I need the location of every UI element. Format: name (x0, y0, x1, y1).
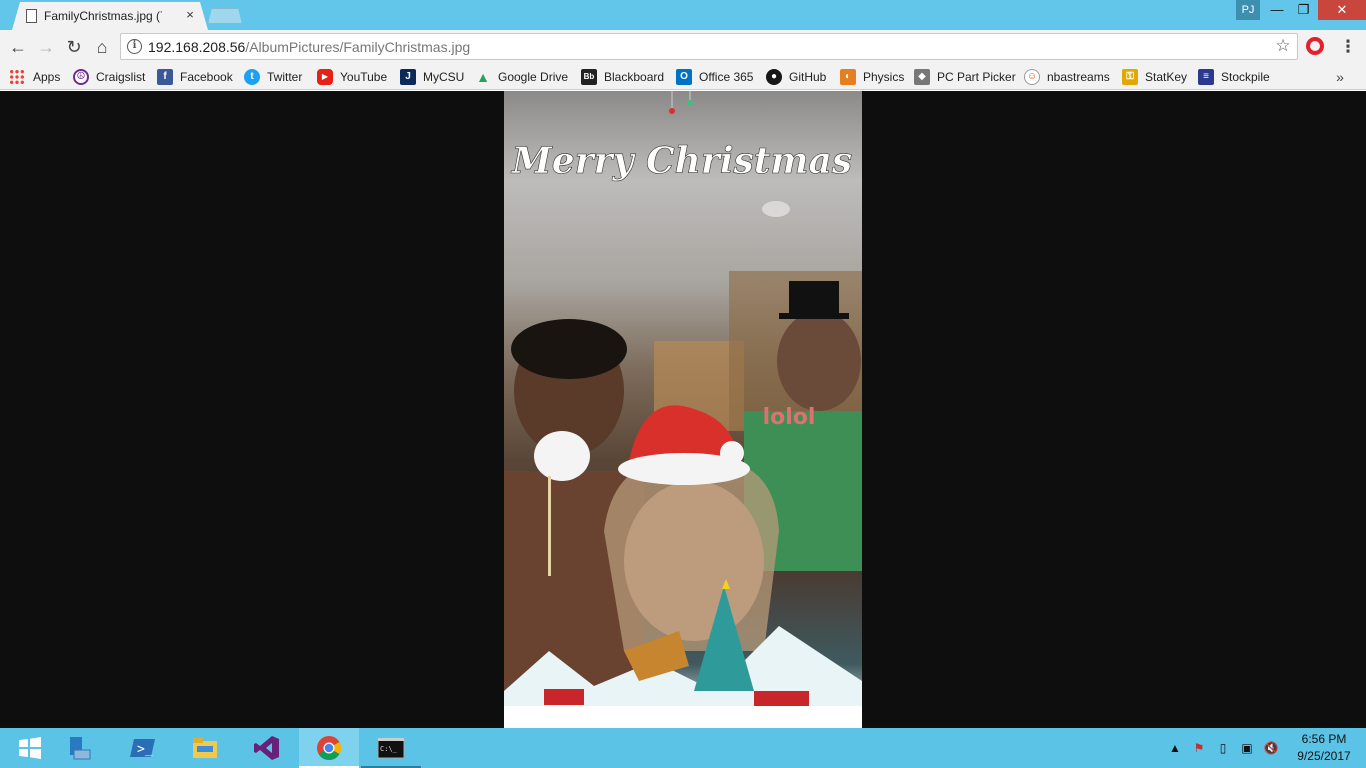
photo-illustration: lolol Merry Christmas (504, 91, 862, 728)
bookmarks-overflow-button[interactable]: » (1330, 67, 1350, 87)
visual-studio-icon (254, 736, 279, 760)
twitter-icon: t (244, 68, 260, 85)
bookmark-physics[interactable]: ◐ Physics (840, 67, 904, 87)
restore-button[interactable]: ❐ (1290, 0, 1317, 20)
prop-stick (548, 476, 551, 576)
title-bar: FamilyChristmas.jpg (750 × PJ — ❐ ✕ (0, 0, 1366, 30)
powershell-icon: >_ (130, 739, 155, 757)
merry-christmas-text: Merry Christmas (510, 140, 852, 182)
google-drive-icon: ▲ (476, 68, 490, 85)
person-left-hair (511, 319, 627, 379)
clock-time: 6:56 PM (1301, 732, 1347, 746)
command-prompt-icon: C:\_ (377, 737, 405, 759)
lock-icon: ⚿ (1122, 68, 1138, 85)
system-clock[interactable]: 6:56 PM 9/25/2017 (1288, 731, 1360, 765)
bookmark-facebook[interactable]: f Facebook (157, 67, 233, 87)
bookmark-apps[interactable]: Apps (9, 67, 60, 87)
page-viewport: lolol Merry Christmas (0, 91, 1366, 728)
home-icon[interactable]: ⌂ (90, 35, 114, 59)
svg-text:C:\_: C:\_ (380, 745, 398, 753)
taskbar-command-prompt[interactable]: C:\_ (361, 728, 421, 768)
office-icon: O (676, 68, 692, 85)
person-right-head (777, 311, 861, 411)
person-center-hair (604, 459, 779, 651)
bookmark-office-365[interactable]: O Office 365 (676, 67, 753, 87)
clock-date: 9/25/2017 (1297, 749, 1351, 763)
facebook-icon: f (157, 68, 173, 85)
pc-part-picker-icon: ◆ (914, 68, 930, 85)
minimize-button[interactable]: — (1264, 0, 1290, 20)
folder-icon (193, 738, 217, 758)
bookmark-statkey[interactable]: ⚿ StatKey (1122, 67, 1187, 87)
blackboard-icon: Bb (581, 68, 597, 85)
ornament (669, 108, 675, 114)
bookmark-youtube[interactable]: ▶ YouTube (317, 67, 387, 87)
apps-grid-icon (9, 68, 25, 85)
action-center-icon[interactable]: ⚑ (1190, 738, 1208, 758)
family-christmas-photo[interactable]: lolol Merry Christmas (504, 91, 862, 728)
beard-prop (534, 431, 590, 481)
taskbar-powershell[interactable]: >_ (113, 728, 173, 768)
bookmark-stockpile[interactable]: ≡ Stockpile (1198, 67, 1270, 87)
forward-arrow-icon[interactable]: → (34, 35, 58, 59)
peace-icon: ☮ (73, 68, 89, 85)
browser-toolbar: ← → ↻ ⌂ i 192.168.208.56/AlbumPictures/F… (0, 30, 1366, 63)
tab-title: FamilyChristmas.jpg (750 (44, 9, 162, 23)
physics-icon: ◐ (840, 68, 856, 85)
tab-close-button[interactable]: × (182, 7, 198, 23)
server-manager-icon (70, 737, 91, 760)
bookmark-github[interactable]: ● GitHub (766, 67, 826, 87)
present-right (754, 691, 809, 706)
bookmark-nbastreams[interactable]: ☺ nbastreams (1024, 67, 1110, 87)
bookmarks-bar: Apps ☮ Craigslist f Facebook t Twitter ▶ You… (0, 63, 1366, 90)
url-host: 192.168.208.56 (148, 39, 246, 55)
network-icon[interactable]: ▣ (1238, 738, 1256, 758)
close-window-button[interactable]: ✕ (1318, 0, 1366, 20)
bookmark-blackboard[interactable]: Bb Blackboard (581, 67, 664, 87)
windows-logo-icon (19, 737, 41, 759)
bookmark-pc-part-picker[interactable]: ◆ PC Part Picker (914, 67, 1016, 87)
document-icon (26, 9, 37, 23)
taskbar-chrome[interactable] (299, 728, 359, 768)
bookmark-google-drive[interactable]: ▲ Google Drive (475, 67, 568, 87)
bookmark-twitter[interactable]: t Twitter (244, 67, 302, 87)
volume-muted-icon[interactable]: 🔇 (1262, 738, 1280, 758)
browser-tab[interactable]: FamilyChristmas.jpg (750 × (12, 2, 208, 30)
taskbar-server-manager[interactable] (50, 728, 110, 768)
bookmark-star-icon[interactable]: ☆ (1273, 36, 1293, 56)
opera-extension-icon[interactable] (1306, 37, 1324, 55)
github-icon: ● (766, 68, 782, 85)
lolol-sign: lolol (763, 405, 816, 430)
top-hat-prop (789, 281, 839, 315)
reddit-icon: ☺ (1024, 68, 1040, 85)
ornament (687, 100, 693, 106)
stockpile-icon: ≡ (1198, 68, 1214, 85)
address-bar[interactable]: i 192.168.208.56/AlbumPictures/FamilyChr… (120, 33, 1298, 60)
chrome-icon (317, 736, 342, 761)
svg-text:>_: >_ (137, 742, 153, 757)
url-path: /AlbumPictures/FamilyChristmas.jpg (245, 39, 471, 55)
taskbar-visual-studio[interactable] (237, 728, 297, 768)
tray-overflow-icon[interactable]: ▲ (1168, 738, 1182, 758)
mycsu-icon: J (400, 68, 416, 85)
windows-taskbar: >_ C:\_ ▲ ⚑ ▯ ▣ 🔇 6:56 PM 9/25/2017 (0, 728, 1366, 768)
bookmark-craigslist[interactable]: ☮ Craigslist (73, 67, 145, 87)
info-icon[interactable]: i (127, 39, 142, 54)
url-text[interactable]: 192.168.208.56/AlbumPictures/FamilyChris… (148, 39, 470, 55)
menu-dots-icon[interactable]: ⋮ (1338, 35, 1358, 59)
reload-icon[interactable]: ↻ (62, 35, 86, 59)
back-arrow-icon[interactable]: ← (6, 35, 30, 59)
profile-badge[interactable]: PJ (1236, 0, 1260, 20)
bookmark-mycsu[interactable]: J MyCSU (400, 67, 464, 87)
youtube-icon: ▶ (317, 68, 333, 85)
new-tab-button[interactable] (208, 8, 242, 24)
device-icon[interactable]: ▯ (1214, 738, 1232, 758)
taskbar-file-explorer[interactable] (175, 728, 235, 768)
ceiling-light (762, 201, 790, 217)
present-left (544, 689, 584, 705)
